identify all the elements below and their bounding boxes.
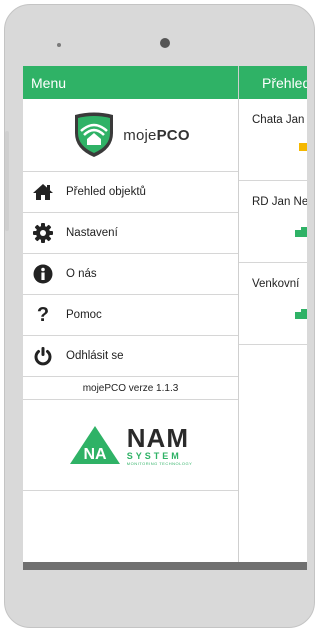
svg-text:NA: NA xyxy=(83,446,107,463)
nam-logo-line2: SYSTEM xyxy=(126,450,182,461)
logo-wordmark: mojePCO xyxy=(123,126,190,144)
info-icon xyxy=(32,263,54,285)
gear-icon xyxy=(32,222,54,244)
mojepco-logo: mojePCO xyxy=(23,99,238,172)
menu-item-logout[interactable]: Odhlásit se xyxy=(23,336,238,377)
menu-item-settings[interactable]: Nastavení xyxy=(23,213,238,254)
mojepco-shield-icon xyxy=(75,112,114,157)
ok-status-icon xyxy=(295,227,307,237)
menu-item-label: Pomoc xyxy=(66,309,102,321)
menu-item-label: O nás xyxy=(66,268,97,280)
navigation-drawer: Menu mojePCO Přehled objektů Nastavení O… xyxy=(23,66,239,562)
ok-status-icon xyxy=(295,309,307,319)
home-icon xyxy=(32,181,54,203)
object-list-item[interactable]: Chata Jan xyxy=(239,99,307,181)
menu-item-label: Přehled objektů xyxy=(66,186,146,198)
object-name: Chata Jan xyxy=(252,114,305,126)
app-version: mojePCO verze 1.1.3 xyxy=(23,377,238,400)
app-screen: Přehled objektů Chata Jan RD Jan Ne Venk… xyxy=(23,66,307,570)
object-list-item[interactable]: Venkovní xyxy=(239,263,307,345)
nam-emblem-icon: NA xyxy=(69,426,120,464)
drawer-title: Menu xyxy=(31,74,67,91)
object-name: Venkovní xyxy=(252,278,300,290)
main-title: Přehled objektů xyxy=(262,74,307,91)
question-icon: ? xyxy=(36,303,50,326)
object-name: RD Jan Ne xyxy=(252,196,307,208)
menu-item-label: Odhlásit se xyxy=(66,350,124,362)
screen-bottom-bar xyxy=(23,562,307,570)
phone-frame: Přehled objektů Chata Jan RD Jan Ne Venk… xyxy=(4,4,315,628)
nam-logo-name: NAM xyxy=(126,422,189,453)
phone-sensor-dot xyxy=(57,43,61,47)
menu-item-about[interactable]: O nás xyxy=(23,254,238,295)
main-panel: Přehled objektů Chata Jan RD Jan Ne Venk… xyxy=(239,66,307,562)
power-icon xyxy=(32,345,54,367)
phone-side-button xyxy=(5,131,9,231)
warning-status-icon xyxy=(299,143,307,151)
drawer-header: Menu xyxy=(23,66,238,99)
nam-logo-tagline: MONITORING TECHNOLOGY xyxy=(126,460,193,466)
main-toolbar: Přehled objektů xyxy=(239,66,307,99)
menu-item-help[interactable]: ? Pomoc xyxy=(23,295,238,336)
menu-item-label: Nastavení xyxy=(66,227,118,239)
menu-item-overview[interactable]: Přehled objektů xyxy=(23,172,238,213)
phone-camera xyxy=(160,38,170,48)
nam-system-logo: NA NAM SYSTEM MONITORING TECHNOLOGY xyxy=(23,400,238,491)
object-list-item[interactable]: RD Jan Ne xyxy=(239,181,307,263)
